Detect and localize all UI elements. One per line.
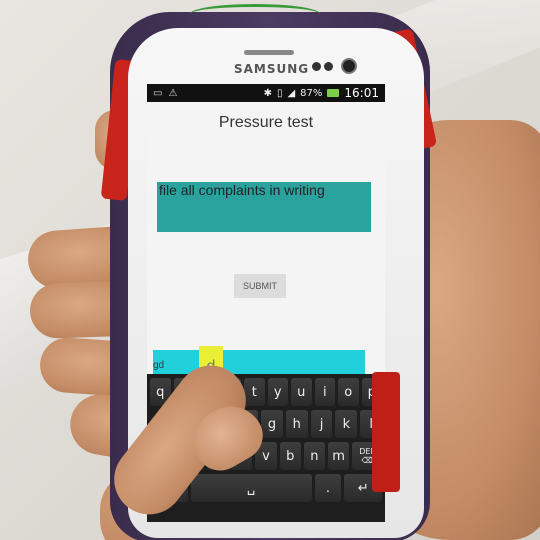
space-icon: ␣ bbox=[246, 480, 256, 496]
proximity-sensor-icon bbox=[312, 62, 321, 71]
key-u[interactable]: u bbox=[291, 378, 312, 406]
key-j[interactable]: j bbox=[310, 410, 333, 438]
front-camera-icon bbox=[341, 58, 357, 74]
light-sensor-icon bbox=[324, 62, 333, 71]
status-clock: 16:01 bbox=[344, 86, 379, 100]
enter-icon: ↵ bbox=[357, 480, 369, 496]
submit-button[interactable]: SUBMIT bbox=[234, 274, 286, 298]
key-o[interactable]: o bbox=[338, 378, 359, 406]
typed-text: gd bbox=[153, 360, 165, 371]
key-h[interactable]: h bbox=[285, 410, 308, 438]
key-g[interactable]: g bbox=[261, 410, 283, 438]
status-bar: ▭ ⚠ ✱ ▯ ◢ 87% 16:01 bbox=[147, 84, 385, 102]
key-t[interactable]: t bbox=[244, 378, 265, 406]
wire bbox=[190, 4, 320, 24]
bluetooth-icon: ✱ bbox=[263, 87, 272, 99]
key-y[interactable]: y bbox=[267, 378, 288, 406]
notification-icon: ▭ bbox=[153, 87, 163, 99]
key-period[interactable]: . bbox=[314, 474, 342, 502]
key-i[interactable]: i bbox=[314, 378, 335, 406]
key-b[interactable]: b bbox=[279, 442, 301, 470]
signal-icon: ◢ bbox=[287, 87, 296, 99]
space-key[interactable]: ␣ bbox=[190, 474, 312, 502]
key-m[interactable]: m bbox=[328, 442, 350, 470]
brand-logo: SAMSUNG bbox=[234, 62, 310, 76]
key-k[interactable]: k bbox=[335, 410, 358, 438]
battery-percent: 87% bbox=[300, 87, 323, 99]
key-n[interactable]: n bbox=[303, 442, 326, 470]
earpiece-speaker bbox=[244, 50, 294, 55]
warning-icon: ⚠ bbox=[168, 87, 178, 99]
battery-icon bbox=[327, 89, 340, 97]
prompt-phrase: file all complaints in writing bbox=[157, 182, 371, 232]
app-title: Pressure test bbox=[218, 114, 314, 131]
red-tape bbox=[372, 372, 400, 492]
vibrate-icon: ▯ bbox=[276, 87, 283, 99]
